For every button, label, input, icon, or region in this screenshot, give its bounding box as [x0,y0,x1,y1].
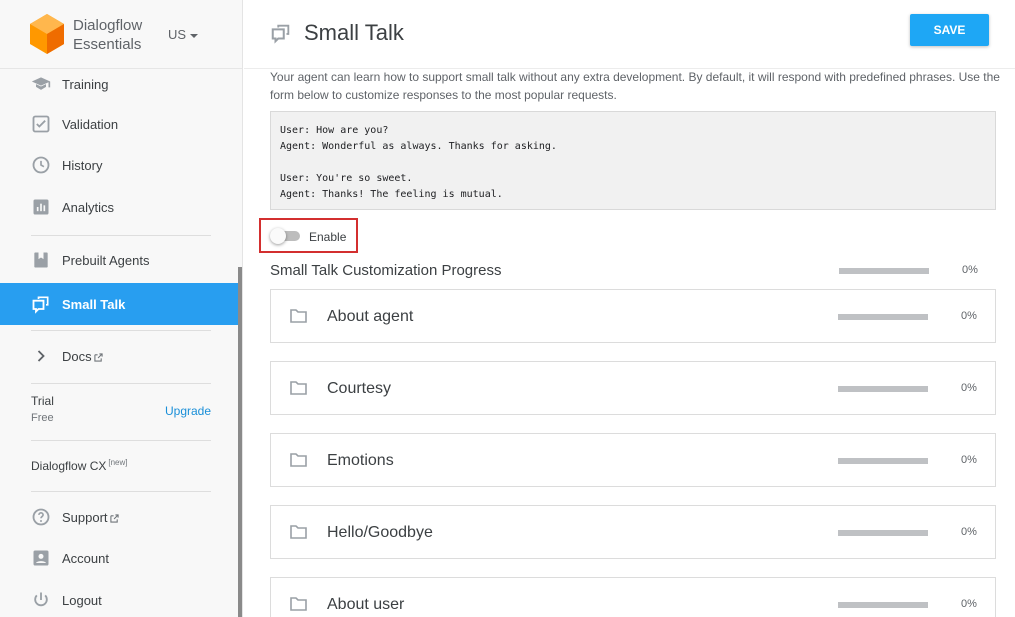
sidebar-divider [31,440,211,441]
page-header: Small Talk SAVE [244,0,1015,69]
sidebar-item-account[interactable]: Account [0,538,239,578]
brand-name: Dialogflow Essentials [73,16,142,54]
sidebar-item-label-wrap: Support [62,510,119,525]
power-icon [34,592,48,607]
example-dialog: User: How are you? Agent: Wonderful as a… [270,111,996,210]
sidebar-item-label: Training [62,76,109,92]
plan-label: Free [31,412,54,424]
page-title: Small Talk [304,20,404,45]
sidebar-divider [31,330,211,331]
category-progress-bar [838,602,928,608]
folder-icon [290,525,307,539]
sidebar-item-label: Support [62,509,108,525]
category-progress-value: 0% [961,382,977,394]
sidebar-item-history[interactable]: History [0,145,239,185]
category-card-emotions[interactable]: Emotions 0% [270,433,996,487]
external-link-icon [93,352,103,362]
plan-info: Trial Free [31,394,54,424]
sidebar-item-validation[interactable]: Validation [0,104,239,144]
category-name: About agent [327,308,414,325]
category-card-courtesy[interactable]: Courtesy 0% [270,361,996,415]
sidebar-item-small-talk[interactable]: Small Talk [0,283,239,325]
sidebar-item-label: Logout [62,592,102,608]
sidebar-item-label: Validation [62,116,119,132]
sidebar-item-label: History [62,157,103,173]
dialogflow-cx-link[interactable]: Dialogflow CX [new] [31,458,128,473]
sidebar-item-label: Analytics [62,199,115,215]
account-box-icon [33,550,49,566]
chevron-right-icon [37,350,45,362]
brand-header: Dialogflow Essentials US [0,0,242,69]
brand-line2: Essentials [73,36,142,53]
category-card-about-agent[interactable]: About agent 0% [270,289,996,343]
help-circle-icon [32,508,50,526]
save-button[interactable]: SAVE [910,14,989,46]
enable-label: Enable [309,230,347,244]
folder-icon [290,381,307,395]
region-label: US [168,27,187,42]
sidebar-item-label: Prebuilt Agents [62,252,150,268]
category-progress-value: 0% [961,310,977,322]
sidebar-item-label: Account [62,550,109,566]
sidebar-scrollbar[interactable] [238,267,242,617]
check-box-icon [32,115,50,133]
category-name: Courtesy [327,380,392,397]
sidebar-item-label: Small Talk [62,296,126,312]
category-progress-bar [838,530,928,536]
overall-progress-value: 0% [962,264,978,276]
sidebar-item-label-wrap: Docs [62,349,103,364]
category-card-about-user[interactable]: About user 0% [270,577,996,617]
upgrade-link[interactable]: Upgrade [165,404,211,418]
bar-chart-icon [33,199,49,215]
bookmark-icon [34,252,48,268]
sidebar-item-support[interactable]: Support [0,497,239,537]
page-description: Your agent can learn how to support smal… [270,70,1000,102]
category-progress-value: 0% [961,598,977,610]
folder-icon [290,597,307,611]
external-link-icon [109,513,119,523]
sidebar-item-label: Docs [62,348,92,364]
sidebar: Dialogflow Essentials US Training Valida… [0,0,243,617]
clock-icon [32,156,50,174]
sidebar-item-prebuilt-agents[interactable]: Prebuilt Agents [0,240,239,280]
region-selector[interactable]: US [168,27,199,42]
sidebar-divider [31,235,211,236]
toggle-knob [270,228,286,244]
sidebar-item-training[interactable]: Training [0,64,239,104]
graduation-cap-icon [31,77,51,90]
folder-icon [290,453,307,467]
trial-label: Trial [31,394,54,408]
brand-line1: Dialogflow [73,17,143,34]
category-progress-value: 0% [961,526,977,538]
sidebar-item-analytics[interactable]: Analytics [0,187,239,227]
progress-title: Small Talk Customization Progress [270,262,502,279]
sidebar-divider [31,491,211,492]
category-name: Emotions [327,452,394,469]
category-name: About user [327,596,405,613]
category-progress-bar [838,386,928,392]
sidebar-divider [31,383,211,384]
cx-new-badge: [new] [108,458,128,467]
cx-label: Dialogflow CX [31,459,107,473]
dialogflow-logo[interactable] [30,14,64,54]
category-progress-value: 0% [961,454,977,466]
enable-toggle[interactable] [270,228,302,244]
category-progress-bar [838,458,928,464]
caret-down-icon [190,33,199,38]
sidebar-item-logout[interactable]: Logout [0,580,239,617]
overall-progress-bar [839,268,929,274]
category-progress-bar [838,314,928,320]
category-name: Hello/Goodbye [327,524,433,541]
category-card-hello-goodbye[interactable]: Hello/Goodbye 0% [270,505,996,559]
chat-bubbles-icon [32,296,49,314]
sidebar-item-docs[interactable]: Docs [0,336,239,376]
chat-bubbles-icon [271,24,290,44]
folder-icon [290,309,307,323]
